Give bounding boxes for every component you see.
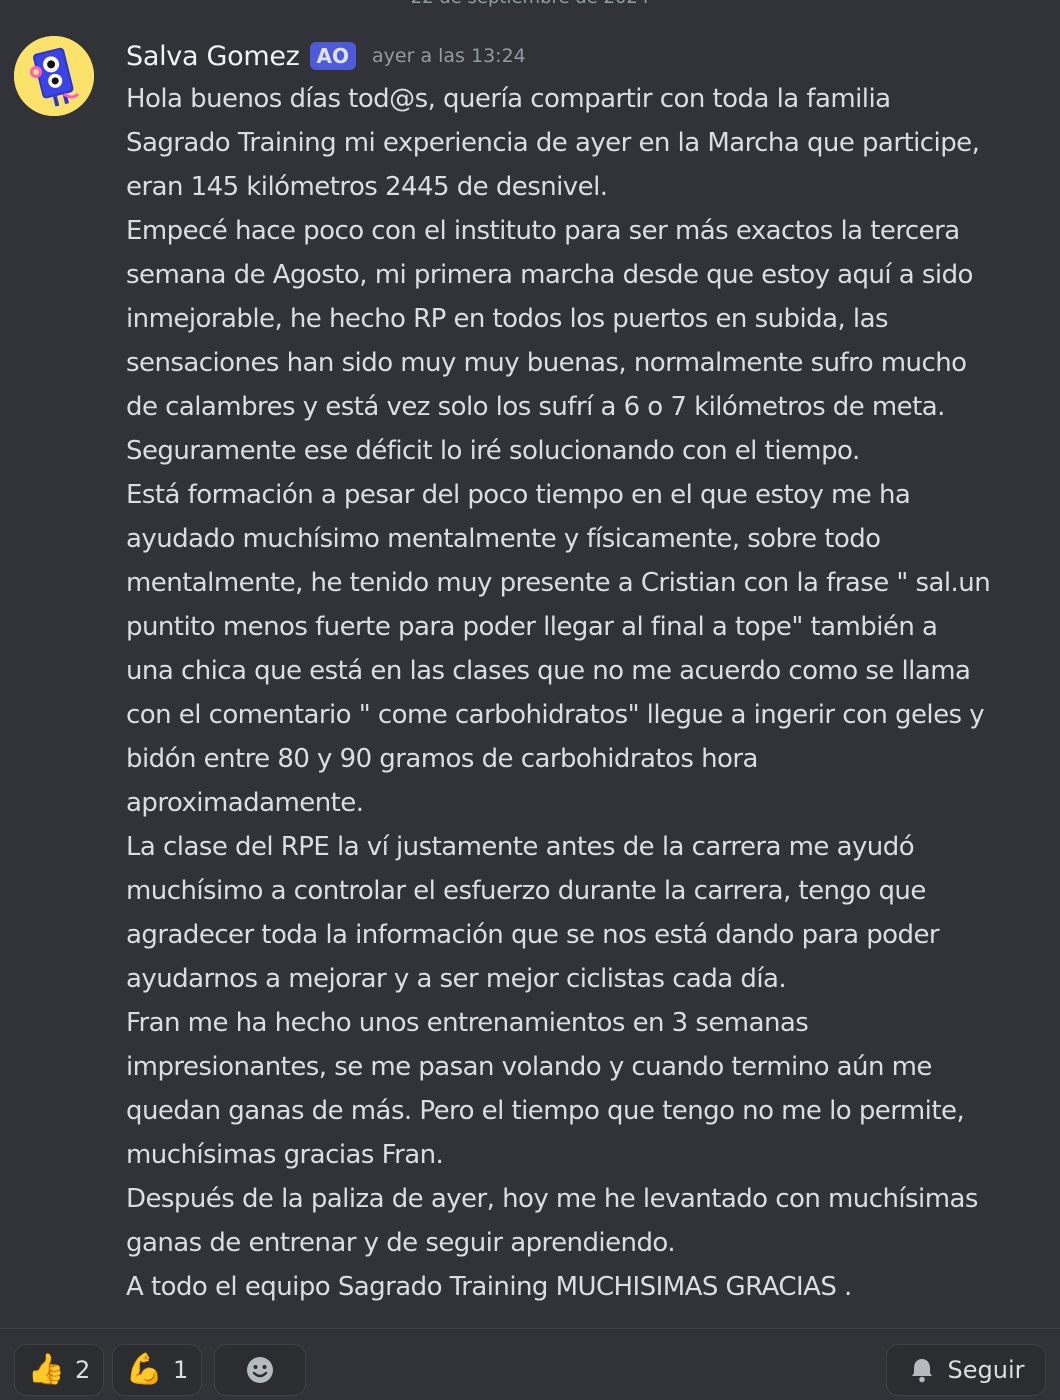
timestamp: ayer a las 13:24	[372, 45, 526, 67]
message-line: eran 145 kilómetros 2445 de desnivel.	[126, 172, 608, 202]
follow-button[interactable]: Seguir	[886, 1344, 1046, 1396]
add-reaction-button[interactable]	[214, 1344, 306, 1396]
message-line: Sagrado Training mi experiencia de ayer …	[126, 128, 980, 158]
avatar-robot-icon	[14, 36, 94, 116]
message-line: A todo el equipo Sagrado Training MUCHIS…	[126, 1272, 852, 1302]
message-line: muchísimas gracias Fran.	[126, 1140, 444, 1170]
message-line: impresionantes, se me pasan volando y cu…	[126, 1052, 932, 1082]
date-divider: 22 de septiembre de 2024	[0, 0, 1060, 8]
message-line: inmejorable, he hecho RP en todos los pu…	[126, 304, 889, 334]
message-line: bidón entre 80 y 90 gramos de carbohidra…	[126, 744, 758, 774]
bell-icon	[911, 1359, 932, 1383]
message-line: La clase del RPE la ví justamente antes …	[126, 832, 915, 862]
message-line: quedan ganas de más. Pero el tiempo que …	[126, 1096, 965, 1126]
message-line: una chica que está en las clases que no …	[126, 656, 971, 686]
message-line: sensaciones han sido muy muy buenas, nor…	[126, 348, 967, 378]
message-line: ayudado muchísimo mentalmente y físicame…	[126, 524, 881, 554]
message-line: agradecer toda la información que se nos…	[126, 920, 940, 950]
message-line: con el comentario " come carbohidratos" …	[126, 700, 985, 730]
avatar[interactable]	[14, 36, 94, 116]
message-line: ganas de entrenar y de seguir aprendiend…	[126, 1228, 676, 1258]
message-header: Salva Gomez AO ayer a las 13:24	[126, 36, 526, 76]
message-line: aproximadamente.	[126, 788, 364, 818]
flexed-biceps-icon: 💪	[125, 1352, 164, 1387]
follow-label: Seguir	[947, 1356, 1025, 1384]
reaction-count: 2	[75, 1356, 91, 1384]
role-tag[interactable]: AO	[309, 42, 357, 70]
message-line: Fran me ha hecho unos entrenamientos en …	[126, 1008, 809, 1038]
message-line: Hola buenos días tod@s, quería compartir…	[126, 84, 891, 114]
message-line: Está formación a pesar del poco tiempo e…	[126, 480, 911, 510]
message-line: de calambres y está vez solo los sufrí a…	[126, 392, 945, 422]
message-content: Hola buenos días tod@s, quería compartir…	[126, 77, 1046, 1309]
thumbs-up-icon: 👍	[27, 1352, 66, 1387]
message-line: muchísimo a controlar el esfuerzo durant…	[126, 876, 926, 906]
message-line: semana de Agosto, mi primera marcha desd…	[126, 260, 973, 290]
message-line: mentalmente, he tenido muy presente a Cr…	[126, 568, 991, 598]
message-line: ayudarnos a mejorar y a ser mejor ciclis…	[126, 964, 787, 994]
message-line: Después de la paliza de ayer, hoy me he …	[126, 1184, 978, 1214]
message-line: puntito menos fuerte para poder llegar a…	[126, 612, 938, 642]
message-line: Seguramente ese déficit lo iré soluciona…	[126, 436, 860, 466]
reaction-count: 1	[173, 1356, 189, 1384]
reaction-thumbs-up[interactable]: 👍 2	[14, 1344, 104, 1396]
divider	[0, 1328, 1060, 1329]
username[interactable]: Salva Gomez	[126, 41, 300, 72]
smiley-add-icon	[247, 1357, 273, 1383]
reaction-flexed-biceps[interactable]: 💪 1	[112, 1344, 202, 1396]
message-line: Empecé hace poco con el instituto para s…	[126, 216, 960, 246]
